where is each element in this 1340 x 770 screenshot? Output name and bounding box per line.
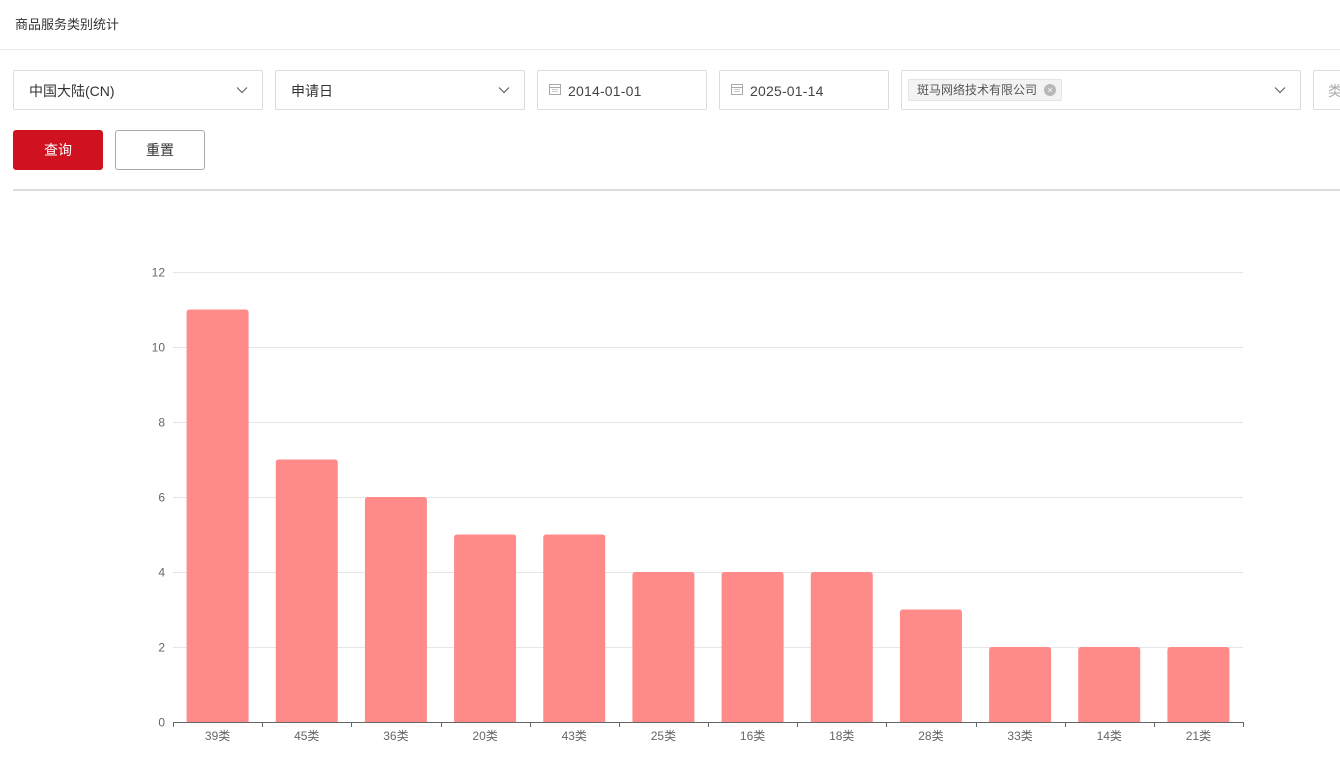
x-tick-label: 21类 [1186, 729, 1211, 743]
y-tick-label: 2 [158, 641, 165, 655]
x-tick-label: 45类 [294, 729, 319, 743]
page-title: 商品服务类别统计 [15, 17, 120, 32]
bar-28类 [899, 609, 962, 722]
bar-21类 [1167, 647, 1230, 722]
y-tick-label: 8 [158, 416, 165, 430]
chevron-down-icon [498, 84, 510, 96]
chevron-down-icon [236, 84, 248, 96]
page-header: 商品服务类别统计 [0, 0, 1340, 50]
y-tick-label: 10 [152, 341, 166, 355]
bar-20类 [454, 534, 517, 722]
bar-36类 [364, 497, 427, 722]
x-tick-label: 33类 [1007, 729, 1032, 743]
category-select-placeholder: 类 [1328, 83, 1340, 99]
bar-25类 [632, 572, 695, 722]
x-tick-label: 36类 [383, 729, 408, 743]
applicant-tag-label: 斑马网络技术有限公司 [917, 83, 1038, 97]
x-tick-label: 28类 [918, 729, 943, 743]
chevron-down-icon [1274, 84, 1286, 96]
date-type-select-value: 申请日 [291, 83, 333, 99]
end-date-picker[interactable]: 2025-01-14 [719, 70, 889, 110]
x-tick-label: 14类 [1097, 729, 1122, 743]
x-tick-label: 20类 [472, 729, 497, 743]
bar-18类 [810, 572, 873, 722]
x-tick-label: 39类 [205, 729, 230, 743]
start-date-picker[interactable]: 2014-01-01 [537, 70, 707, 110]
tag-close-icon[interactable]: × [1044, 84, 1057, 96]
x-tick-label: 16类 [740, 729, 765, 743]
page: 商品服务类别统计 中国大陆(CN) 申请日 2014-01-01 2025-01… [0, 0, 1340, 770]
category-bar-chart: 0 2 4 6 8 10 12 39类 45类 36类 20类 43类 25类 16类 18类 28类 33类 1… [0, 191, 1340, 770]
bar-39类 [186, 309, 249, 722]
bar-43类 [543, 534, 606, 722]
bar-45类 [275, 459, 338, 722]
reset-button[interactable]: 重置 [115, 130, 205, 170]
x-tick-label: 25类 [651, 729, 676, 743]
y-tick-label: 6 [158, 491, 165, 505]
calendar-icon [731, 82, 743, 95]
filter-bar: 中国大陆(CN) 申请日 2014-01-01 2025-01-14 斑马网络技… [0, 50, 1340, 190]
y-tick-label: 4 [158, 566, 165, 580]
x-tick-label: 18类 [829, 729, 854, 743]
date-type-select[interactable]: 申请日 [275, 70, 525, 110]
bar-16类 [721, 572, 784, 722]
calendar-icon [549, 82, 561, 95]
y-tick-label: 0 [158, 716, 165, 730]
search-button[interactable]: 查询 [13, 130, 103, 170]
y-tick-label: 12 [152, 266, 166, 280]
end-date-value: 2025-01-14 [750, 83, 824, 99]
category-select-partial[interactable]: 类 [1313, 70, 1340, 110]
x-tick-label: 43类 [562, 729, 587, 743]
applicant-multiselect[interactable]: 斑马网络技术有限公司 × [901, 70, 1301, 110]
chart-svg: 0 2 4 6 8 10 12 39类 45类 36类 20类 43类 25类 16类 18类 28类 33类 1… [152, 266, 1244, 743]
bar-14类 [1078, 647, 1141, 722]
start-date-value: 2014-01-01 [568, 83, 642, 99]
applicant-tag: 斑马网络技术有限公司 × [908, 79, 1063, 101]
region-select[interactable]: 中国大陆(CN) [13, 70, 263, 110]
bar-33类 [989, 647, 1052, 722]
region-select-value: 中国大陆(CN) [29, 83, 115, 99]
